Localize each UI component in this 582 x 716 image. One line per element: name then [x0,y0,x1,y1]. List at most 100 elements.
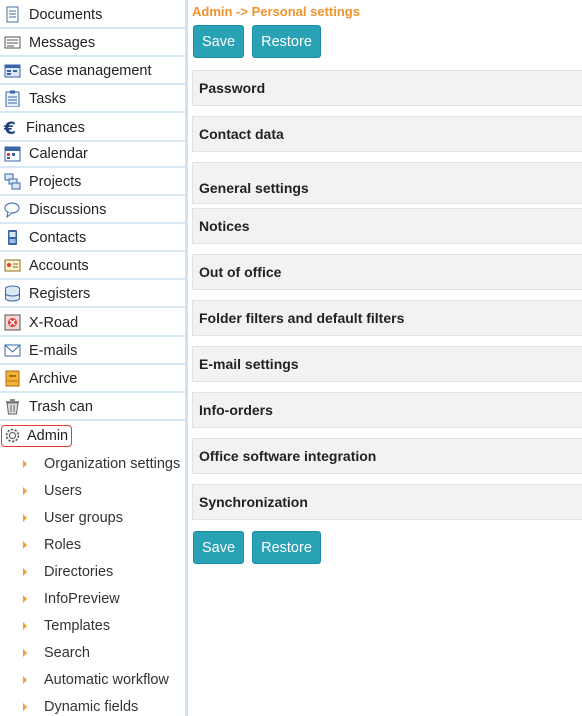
sidebar-item-archive[interactable]: Archive [0,366,185,393]
admin-highlight: Admin [1,424,73,447]
sidebar-item-label: Projects [29,173,82,190]
sidebar-item-label: Messages [29,34,96,51]
admin-subitem-organization-settings[interactable]: Organization settings [0,450,185,477]
sidebar-item-documents[interactable]: Documents [0,2,185,29]
subitem-label: Directories [44,563,114,580]
section-synchronization[interactable]: Synchronization [192,484,582,520]
archive-icon [4,370,21,387]
admin-subitem-roles[interactable]: Roles [0,531,185,558]
sidebar-item-label: Registers [29,285,91,302]
admin-subitem-directories[interactable]: Directories [0,558,185,585]
database-icon [4,285,21,302]
caret-right-icon [23,594,27,603]
sidebar-item-label: Admin [27,427,69,444]
sidebar-item-label: Archive [29,370,78,387]
sidebar-item-label: E-mails [29,342,78,359]
account-icon [4,257,21,274]
admin-subitem-dynamic-fields[interactable]: Dynamic fields [0,693,185,716]
section-title: General settings [199,180,309,196]
caret-right-icon [23,486,27,495]
sidebar-item-label: Case management [29,62,152,79]
sidebar-item-label: Discussions [29,201,107,218]
section-general-settings[interactable]: General settings [192,162,582,204]
caret-right-icon [23,621,27,630]
sidebar-item-calendar[interactable]: Calendar [0,141,185,168]
subitem-label: Organization settings [44,455,181,472]
sidebar-item-accounts[interactable]: Accounts [0,253,185,280]
sidebar-item-admin[interactable]: Admin [0,422,185,449]
subitem-label: Search [44,644,90,661]
main-content: Admin -> Personal settings Save Restore … [191,0,582,716]
section-title: Office software integration [199,448,377,464]
sidebar-item-label: Accounts [29,257,89,274]
section-title: Out of office [199,264,282,280]
caret-right-icon [23,540,27,549]
sidebar-item-e-mails[interactable]: E-mails [0,338,185,365]
sidebar-item-discussions[interactable]: Discussions [0,197,185,224]
caret-right-icon [23,702,27,711]
section-title: Contact data [199,126,284,142]
admin-subitem-users[interactable]: Users [0,477,185,504]
subitem-label: InfoPreview [44,590,120,607]
message-icon [4,34,21,51]
subitem-label: Users [44,482,82,499]
section-title: Synchronization [199,494,308,510]
admin-subitem-search[interactable]: Search [0,639,185,666]
sidebar-item-label: X-Road [29,314,79,331]
section-folder-filters[interactable]: Folder filters and default filters [192,300,582,336]
caret-right-icon [23,675,27,684]
section-title: Notices [199,218,250,234]
sidebar-item-messages[interactable]: Messages [0,30,185,57]
section-title: Info-orders [199,402,273,418]
caret-right-icon [23,567,27,576]
sidebar-item-label: Contacts [29,229,87,246]
section-notices[interactable]: Notices [192,208,582,244]
restore-button-bottom[interactable]: Restore [252,531,321,564]
save-button-bottom[interactable]: Save [193,531,244,564]
document-icon [4,6,21,23]
sidebar-item-label: Tasks [29,90,67,107]
section-out-of-office[interactable]: Out of office [192,254,582,290]
gear-icon [4,427,21,444]
section-title: E-mail settings [199,356,299,372]
admin-subitem-automatic-workflow[interactable]: Automatic workflow [0,666,185,693]
sidebar-item-tasks[interactable]: Tasks [0,86,185,113]
trash-icon [4,398,21,415]
restore-button-top[interactable]: Restore [252,25,321,58]
save-button-top[interactable]: Save [193,25,244,58]
caret-right-icon [23,459,27,468]
subitem-label: Dynamic fields [44,698,139,715]
section-info-orders[interactable]: Info-orders [192,392,582,428]
sidebar-item-trash-can[interactable]: Trash can [0,394,185,421]
contact-phone-icon [4,229,21,246]
caret-right-icon [23,513,27,522]
subitem-label: Templates [44,617,111,634]
envelope-icon [4,342,21,359]
sidebar-item-registers[interactable]: Registers [0,281,185,308]
subitem-label: User groups [44,509,123,526]
discussion-icon [4,201,21,219]
section-contact-data[interactable]: Contact data [192,116,582,152]
sidebar-item-finances[interactable]: € Finances [0,115,185,142]
sidebar-item-x-road[interactable]: X-Road [0,310,185,337]
calendar-icon [4,145,21,162]
sidebar-item-projects[interactable]: Projects [0,169,185,196]
section-e-mail-settings[interactable]: E-mail settings [192,346,582,382]
admin-subitem-infopreview[interactable]: InfoPreview [0,585,185,612]
subitem-label: Automatic workflow [44,671,169,688]
caret-right-icon [23,648,27,657]
case-icon [4,62,21,79]
section-password[interactable]: Password [192,70,582,106]
section-office-software-integration[interactable]: Office software integration [192,438,582,474]
subitem-label: Roles [44,536,82,553]
task-clipboard-icon [4,90,21,108]
sidebar-item-contacts[interactable]: Contacts [0,225,185,252]
euro-icon: € [3,119,20,139]
sidebar-item-case-management[interactable]: Case management [0,58,185,85]
sidebar-item-label: Finances [26,119,85,136]
admin-subitem-user-groups[interactable]: User groups [0,504,185,531]
sidebar: Documents Messages Case management Tasks… [0,0,188,716]
svg-text:€: € [3,119,16,136]
admin-subitem-templates[interactable]: Templates [0,612,185,639]
section-title: Password [199,80,266,96]
